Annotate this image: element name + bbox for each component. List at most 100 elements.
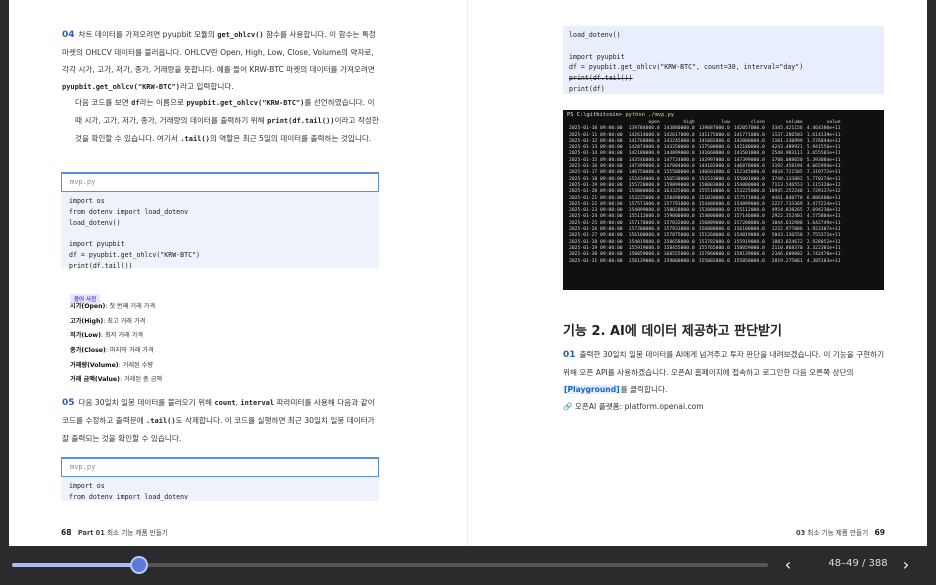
table-cell: 155500000.0 xyxy=(663,170,695,176)
table-cell: 2025-01-11 09:00:00 xyxy=(569,132,623,138)
table-cell: 158059000.0 xyxy=(628,252,660,258)
previous-page-button[interactable]: ‹ xyxy=(778,554,798,576)
table-cell: 2025-01-20 09:00:00 xyxy=(569,189,623,195)
table-row: 2025-01-28 09:00:00 154019000.0 158658000.… xyxy=(567,240,843,246)
table-row: 2025-01-27 09:00:00 156100000.0 157875000.… xyxy=(567,233,843,239)
table-cell: 141175000.0 xyxy=(698,132,730,138)
table-cell: 157060000.0 xyxy=(698,252,730,258)
page-number: 68 xyxy=(61,528,72,537)
table-body: 2025-01-10 09:00:00 139784000.0 143880000.… xyxy=(567,126,843,265)
table-cell: 2025-01-31 09:00:00 xyxy=(569,258,623,264)
table-row: 2025-01-17 09:00:00 146750000.0 155500000.… xyxy=(567,170,843,176)
step-05-paragraph: 05 다음 30일치 일봉 데이터를 불러오기 위해 count, interva… xyxy=(62,398,375,443)
table-cell: 2025-01-17 09:00:00 xyxy=(569,170,623,176)
table-cell: 5043.136550 xyxy=(771,233,803,239)
table-cell: 2025-01-14 09:00:00 xyxy=(569,151,623,157)
table-cell: 4.464380e+11 xyxy=(806,126,841,132)
glossary-tip: 용어 사전 시가(Open): 첫 번째 거래 가격 고가(High): 최고 … xyxy=(70,286,340,388)
deleted-code-line: print(df.tail()) xyxy=(569,74,633,83)
reader-toolbar: ‹ 48–49 / 388 › xyxy=(0,546,936,585)
table-cell: 1883.824672 xyxy=(771,239,803,245)
table-cell: 4.575804e+11 xyxy=(806,214,841,220)
table-cell: 153225000.0 xyxy=(733,189,765,195)
code-content: import os from dotenv import load_dotenv xyxy=(69,482,189,501)
code-block-1: mvp.py import os from dotenv import load… xyxy=(61,172,379,270)
glossary-item: 거래 금액(Value): 거래된 총 금액 xyxy=(70,376,163,384)
progress-slider[interactable] xyxy=(12,556,768,574)
table-cell: 1137.286503 xyxy=(771,132,803,138)
chevron-left-icon: ‹ xyxy=(784,555,792,574)
code-content: import os from dotenv import load_dotenv… xyxy=(69,197,201,270)
table-cell: 154019000.0 xyxy=(733,233,765,239)
step-number: 01 xyxy=(563,350,576,360)
table-cell: 153782000.0 xyxy=(698,239,730,245)
table-cell: 143880000.0 xyxy=(663,126,695,132)
book-spread: 04 차트 데이터를 가져오려면 pyupbit 모듈의 get_ohlcv() … xyxy=(9,0,927,546)
reference-link[interactable]: 🔗 오픈AI 플랫폼: platform.openai.com xyxy=(563,401,704,412)
table-cell: 1.729137e+12 xyxy=(806,189,841,195)
table-cell: 1.614139e+11 xyxy=(806,132,841,138)
right-page: load_dotenv() import pyupbit df = pyupbi… xyxy=(468,0,927,546)
table-cell: 3345.421156 xyxy=(771,126,803,132)
code-filename: mvp.py xyxy=(61,459,379,477)
chevron-right-icon: › xyxy=(902,555,910,574)
section-title: 기능 2. AI에 데이터 제공하고 판단받기 xyxy=(563,324,782,339)
table-cell: 2025-01-24 09:00:00 xyxy=(569,214,623,220)
code-filename: mvp.py xyxy=(61,174,379,192)
table-cell: 2025-01-21 09:00:00 xyxy=(569,195,623,201)
ohlcv-table: open high low close volume value 2025-01-10 0… xyxy=(567,120,843,265)
glossary-item: 시가(Open): 첫 번째 거래 가격 xyxy=(70,303,156,310)
table-cell: 155510000.0 xyxy=(698,189,730,195)
table-cell: 155112000.0 xyxy=(628,214,660,220)
table-cell: 146750000.0 xyxy=(628,170,660,176)
table-cell: 156100000.0 xyxy=(628,233,660,239)
progress-fill xyxy=(12,563,139,567)
table-cell: 6.886400e+11 xyxy=(806,195,841,201)
table-cell: 7.755371e+11 xyxy=(806,233,841,239)
table-cell: 7.319772e+11 xyxy=(806,170,841,176)
table-cell: 154000000.0 xyxy=(698,214,730,220)
link-icon: 🔗 xyxy=(563,402,573,411)
table-cell: 2540.983111 xyxy=(771,151,803,157)
step-number: 05 xyxy=(62,398,75,408)
glossary-item: 거래량(Volume): 거래된 수량 xyxy=(70,361,154,369)
table-cell: 155050000.0 xyxy=(733,258,765,264)
table-cell: 155002000.0 xyxy=(698,258,730,264)
glossary-item: 고가(High): 최고 거래 가격 xyxy=(70,317,146,325)
step-04-paragraph: 04 차트 데이터를 가져오려면 pyupbit 모듈의 get_ohlcv() … xyxy=(62,30,376,91)
table-cell: 4.385183e+11 xyxy=(806,258,841,264)
step-04-explanation: 다음 코드를 보면 df라는 이름으로 pyupbit.get_ohlcv("K… xyxy=(75,98,379,143)
table-cell: 141660000.0 xyxy=(698,151,730,157)
table-cell: 157146000.0 xyxy=(733,214,765,220)
page-number: 69 xyxy=(874,528,886,537)
next-page-button[interactable]: › xyxy=(896,554,916,576)
table-cell: 154000000.0 xyxy=(628,189,660,195)
table-cell: 139887000.0 xyxy=(698,126,730,132)
progress-handle[interactable] xyxy=(130,556,148,574)
code-block-continued: load_dotenv() import pyupbit df = pyupbi… xyxy=(563,26,884,94)
table-cell: 2025-01-27 09:00:00 xyxy=(569,233,623,239)
table-cell: 146601000.0 xyxy=(698,170,730,176)
table-cell: 3.655501e+11 xyxy=(806,151,841,157)
table-row: 2025-01-21 09:00:00 153225000.0 158490000.… xyxy=(567,196,843,202)
glossary-item: 종가(Close): 마지막 거래 가격 xyxy=(70,347,154,355)
table-cell: 142180000.0 xyxy=(628,151,660,157)
table-row: 2025-01-24 09:00:00 155112000.0 159000000.… xyxy=(567,214,843,220)
playground-label: [Playground] xyxy=(563,385,621,394)
table-cell: 4834.721505 xyxy=(771,170,803,176)
table-cell: 139784000.0 xyxy=(628,126,660,132)
table-cell: 157571000.0 xyxy=(733,195,765,201)
table-cell: 159000000.0 xyxy=(663,214,695,220)
code-content: load_dotenv() import pyupbit df = pyupbi… xyxy=(569,31,804,93)
terminal-prompt: PS C:\gitbitcoin> python ./mvp.py xyxy=(567,112,675,118)
table-cell: 2025-01-28 09:00:00 xyxy=(569,239,623,245)
table-cell: 142057000.0 xyxy=(733,126,765,132)
table-row: 2025-01-11 09:00:00 142614000.0 142617000.… xyxy=(567,133,843,139)
table-row: 2025-01-30 09:00:00 158059000.0 160555000.… xyxy=(567,252,843,258)
table-cell: 158490000.0 xyxy=(663,195,695,201)
step-01-paragraph: 01 출력한 30일치 일봉 데이터를 AI에게 넘겨주고 투자 판단을 내려보겠… xyxy=(563,350,885,394)
step-number: 04 xyxy=(62,30,75,40)
page-indicator: 48–49 / 388 xyxy=(828,558,888,569)
left-page: 04 차트 데이터를 가져오려면 pyupbit 모듈의 get_ohlcv() … xyxy=(9,0,468,546)
table-cell: 144899000.0 xyxy=(663,151,695,157)
